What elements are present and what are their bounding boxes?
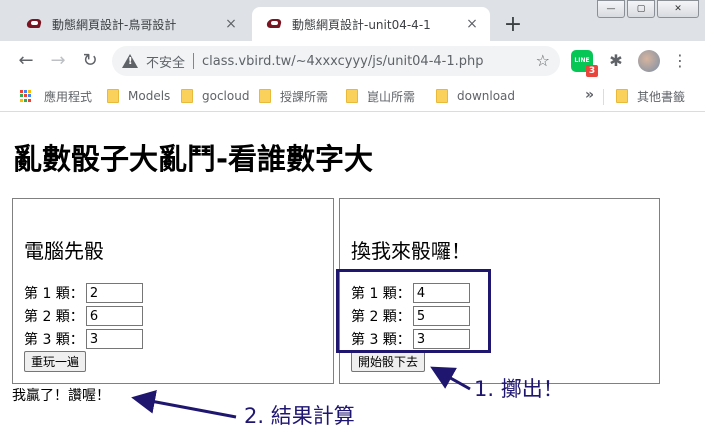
folder-icon — [259, 89, 271, 103]
computer-dice-row: 第 2 顆： — [24, 306, 143, 326]
new-tab-button[interactable]: + — [500, 12, 526, 38]
computer-dice-2-field[interactable] — [85, 306, 143, 326]
tab-unit04-4-1[interactable]: 動態網頁設計-unit04-4-1 × — [252, 7, 490, 41]
browser-toolbar: ← → ↻ 不安全 class.vbird.tw/~4xxxcyyy/js/un… — [0, 41, 705, 81]
maximize-button[interactable]: ▢ — [627, 0, 655, 18]
page-title: 亂數骰子大亂鬥-看誰數字大 — [13, 142, 374, 176]
bookmark-teaching[interactable]: 授課所需 — [259, 87, 328, 105]
dice-label: 第 1 顆： — [24, 286, 84, 302]
tab-strip: 動態網頁設計-鳥哥設計 × 動態網頁設計-unit04-4-1 × + — ▢ … — [0, 0, 705, 41]
url-text[interactable]: class.vbird.tw/~4xxxcyyy/js/unit04-4-1.p… — [202, 54, 484, 69]
apps-grid-icon — [20, 90, 32, 102]
forward-button[interactable]: → — [46, 49, 70, 73]
bookmark-label: gocloud — [202, 89, 250, 103]
line-extension-icon[interactable]: LINE 3 — [571, 50, 598, 77]
bookmark-label: 崑山所需 — [367, 89, 416, 104]
address-separator — [193, 53, 195, 69]
bookmark-label: 其他書籤 — [637, 89, 686, 104]
computer-panel: 電腦先骰 第 1 顆： 第 2 顆： 第 3 顆： 重玩一遍 — [12, 198, 334, 384]
browser-menu-icon[interactable]: ⋮ — [669, 50, 691, 72]
close-window-button[interactable]: ✕ — [657, 0, 699, 18]
bookmarks-overflow-chevron-icon[interactable]: » — [585, 87, 594, 103]
folder-icon — [436, 89, 448, 103]
bookmark-other[interactable]: 其他書籤 — [616, 87, 685, 105]
tab-vbird-design[interactable]: 動態網頁設計-鳥哥設計 × — [12, 7, 249, 41]
site-favicon-icon — [26, 16, 42, 32]
back-button[interactable]: ← — [14, 49, 38, 73]
roll-dice-button[interactable]: 開始骰下去 — [351, 351, 426, 372]
bookmark-label: 授課所需 — [280, 89, 329, 104]
close-tab-icon[interactable]: × — [464, 16, 480, 32]
security-label[interactable]: 不安全 — [146, 52, 185, 71]
roll-annotation-label: 1. 擲出！ — [474, 377, 564, 401]
dice-label: 第 3 顆： — [24, 332, 84, 348]
extensions-puzzle-icon[interactable]: ✱ — [605, 50, 627, 72]
computer-dice-row: 第 3 顆： — [24, 329, 143, 349]
bookmark-models[interactable]: Models — [107, 87, 170, 105]
bookmark-download[interactable]: download — [436, 87, 515, 105]
result-annotation-label: 2. 結果計算 — [244, 404, 355, 428]
profile-avatar[interactable] — [638, 50, 660, 72]
folder-icon — [181, 89, 193, 103]
result-text: 我贏了！讚喔！ — [12, 388, 110, 404]
folder-icon — [616, 89, 628, 103]
close-tab-icon[interactable]: × — [223, 16, 239, 32]
line-badge: 3 — [586, 65, 598, 77]
warning-icon[interactable] — [122, 53, 138, 69]
player-dice-highlight-box — [336, 269, 491, 353]
folder-icon — [346, 89, 358, 103]
reload-button[interactable]: ↻ — [78, 49, 102, 73]
folder-icon — [107, 89, 119, 103]
dice-label: 第 2 顆： — [24, 309, 84, 325]
bookmark-label: download — [457, 89, 516, 103]
replay-button[interactable]: 重玩一遍 — [24, 351, 87, 372]
address-bar[interactable]: 不安全 class.vbird.tw/~4xxxcyyy/js/unit04-4… — [112, 46, 560, 76]
minimize-button[interactable]: — — [597, 0, 625, 18]
bookmarks-bar: 應用程式 Models gocloud 授課所需 崑山所需 download »… — [0, 81, 705, 112]
computer-panel-heading: 電腦先骰 — [24, 239, 104, 263]
site-favicon-icon — [266, 16, 282, 32]
computer-dice-row: 第 1 顆： — [24, 283, 143, 303]
window-controls: — ▢ ✕ — [597, 0, 699, 18]
bookmark-star-icon[interactable]: ☆ — [536, 51, 550, 70]
bookmarks-separator — [603, 89, 604, 105]
player-panel-heading: 換我來骰囉！ — [351, 239, 471, 263]
bookmark-label: Models — [128, 89, 171, 103]
bookmark-gocloud[interactable]: gocloud — [181, 87, 249, 105]
computer-dice-1-field[interactable] — [85, 283, 143, 303]
tab-title: 動態網頁設計-鳥哥設計 — [52, 17, 177, 32]
bookmark-apps[interactable]: 應用程式 — [20, 87, 92, 105]
computer-dice-3-field[interactable] — [85, 329, 143, 349]
bookmark-kunshan[interactable]: 崑山所需 — [346, 87, 415, 105]
line-extension-label: LINE — [574, 57, 590, 64]
tab-title: 動態網頁設計-unit04-4-1 — [292, 17, 431, 32]
bookmark-label: 應用程式 — [44, 89, 93, 104]
